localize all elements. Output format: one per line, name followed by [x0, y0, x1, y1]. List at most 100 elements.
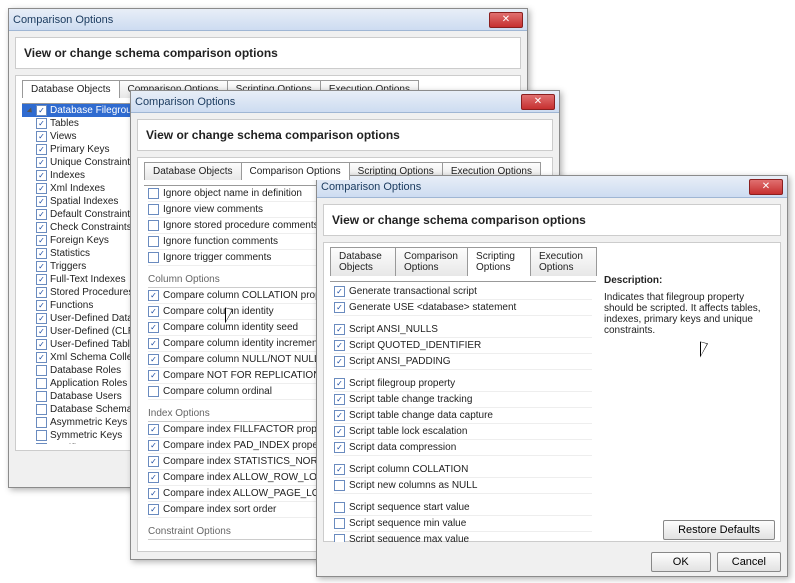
checkbox[interactable]: [36, 378, 47, 389]
option-row[interactable]: Generate USE <database> statement: [334, 300, 592, 316]
option-row[interactable]: Script QUOTED_IDENTIFIER: [334, 338, 592, 354]
option-label: Ignore stored procedure comments: [163, 220, 319, 231]
checkbox[interactable]: [36, 222, 47, 233]
titlebar[interactable]: Comparison Options ✕: [9, 9, 527, 31]
checkbox[interactable]: [36, 365, 47, 376]
option-row[interactable]: Script table change tracking: [334, 392, 592, 408]
option-label: Ignore object name in definition: [163, 188, 302, 199]
checkbox[interactable]: [334, 378, 345, 389]
expand-icon[interactable]: [24, 106, 33, 115]
checkbox[interactable]: [36, 144, 47, 155]
ok-button[interactable]: OK: [651, 552, 711, 572]
checkbox[interactable]: [148, 188, 159, 199]
checkbox[interactable]: [148, 338, 159, 349]
checkbox[interactable]: [148, 306, 159, 317]
checkbox[interactable]: [148, 424, 159, 435]
option-label: Compare column ordinal: [163, 386, 272, 397]
checkbox[interactable]: [148, 354, 159, 365]
checkbox[interactable]: [148, 252, 159, 263]
tree-label: Statistics: [50, 248, 90, 259]
checkbox[interactable]: [36, 404, 47, 415]
checkbox[interactable]: [148, 440, 159, 451]
checkbox[interactable]: [36, 118, 47, 129]
checkbox[interactable]: [36, 300, 47, 311]
option-row[interactable]: Generate transactional script: [334, 284, 592, 300]
tab-script-options[interactable]: Scripting Options: [467, 247, 531, 276]
checkbox[interactable]: [36, 157, 47, 168]
checkbox[interactable]: [36, 417, 47, 428]
option-label: Compare column identity seed: [163, 322, 298, 333]
checkbox[interactable]: [334, 480, 345, 491]
checkbox[interactable]: [36, 326, 47, 337]
option-row[interactable]: Script new columns as NULL: [334, 478, 592, 494]
tree-label: Database Filegroups: [50, 105, 142, 116]
option-row[interactable]: Script column COLLATION: [334, 462, 592, 478]
checkbox[interactable]: [148, 504, 159, 515]
checkbox[interactable]: [148, 386, 159, 397]
titlebar[interactable]: Comparison Options ✕: [317, 176, 787, 198]
description-title: Description:: [604, 275, 774, 286]
cancel-button[interactable]: Cancel: [717, 552, 781, 572]
close-icon[interactable]: ✕: [521, 94, 555, 110]
option-row[interactable]: Script ANSI_PADDING: [334, 354, 592, 370]
restore-defaults-button[interactable]: Restore Defaults: [663, 520, 775, 540]
checkbox[interactable]: [36, 391, 47, 402]
tab-db-objects[interactable]: Database Objects: [144, 162, 242, 180]
option-label: Compare column identity: [163, 306, 274, 317]
option-row[interactable]: Script table change data capture: [334, 408, 592, 424]
checkbox[interactable]: [36, 261, 47, 272]
checkbox[interactable]: [334, 340, 345, 351]
tab-comp-options[interactable]: Comparison Options: [241, 162, 350, 180]
checkbox[interactable]: [36, 248, 47, 259]
checkbox[interactable]: [334, 286, 345, 297]
checkbox[interactable]: [36, 235, 47, 246]
checkbox[interactable]: [148, 236, 159, 247]
option-row[interactable]: Script ANSI_NULLS: [334, 322, 592, 338]
checkbox[interactable]: [36, 170, 47, 181]
checkbox[interactable]: [334, 302, 345, 313]
checkbox[interactable]: [334, 410, 345, 421]
titlebar[interactable]: Comparison Options ✕: [131, 91, 559, 113]
tab-db-objects[interactable]: Database Objects: [22, 80, 120, 98]
tab-db-objects[interactable]: Database Objects: [330, 247, 396, 276]
checkbox[interactable]: [36, 287, 47, 298]
checkbox[interactable]: [334, 464, 345, 475]
checkbox[interactable]: [148, 472, 159, 483]
checkbox[interactable]: [36, 105, 47, 116]
tree-label: Database Roles: [50, 365, 121, 376]
option-row[interactable]: Script data compression: [334, 440, 592, 456]
tree-label: Triggers: [50, 261, 86, 272]
checkbox[interactable]: [334, 356, 345, 367]
checkbox[interactable]: [334, 394, 345, 405]
checkbox[interactable]: [148, 220, 159, 231]
tab-exec-options[interactable]: Execution Options: [530, 247, 597, 276]
close-icon[interactable]: ✕: [489, 12, 523, 28]
checkbox[interactable]: [334, 324, 345, 335]
checkbox[interactable]: [148, 370, 159, 381]
checkbox[interactable]: [148, 290, 159, 301]
checkbox[interactable]: [36, 313, 47, 324]
checkbox[interactable]: [36, 274, 47, 285]
tree-label: Functions: [50, 300, 93, 311]
checkbox[interactable]: [148, 488, 159, 499]
checkbox[interactable]: [36, 443, 47, 444]
checkbox[interactable]: [36, 209, 47, 220]
checkbox[interactable]: [148, 204, 159, 215]
checkbox[interactable]: [148, 456, 159, 467]
tab-comp-options[interactable]: Comparison Options: [395, 247, 468, 276]
checkbox[interactable]: [36, 183, 47, 194]
checkbox[interactable]: [36, 131, 47, 142]
option-row[interactable]: Script filegroup property: [334, 376, 592, 392]
checkbox[interactable]: [36, 352, 47, 363]
option-label: Script column COLLATION: [349, 464, 468, 475]
checkbox[interactable]: [148, 322, 159, 333]
checkbox[interactable]: [36, 430, 47, 441]
checkbox[interactable]: [334, 442, 345, 453]
checkbox[interactable]: [334, 426, 345, 437]
checkbox[interactable]: [334, 502, 345, 513]
option-row[interactable]: Script table lock escalation: [334, 424, 592, 440]
checkbox[interactable]: [36, 339, 47, 350]
checkbox[interactable]: [36, 196, 47, 207]
close-icon[interactable]: ✕: [749, 179, 783, 195]
option-label: Ignore function comments: [163, 236, 278, 247]
